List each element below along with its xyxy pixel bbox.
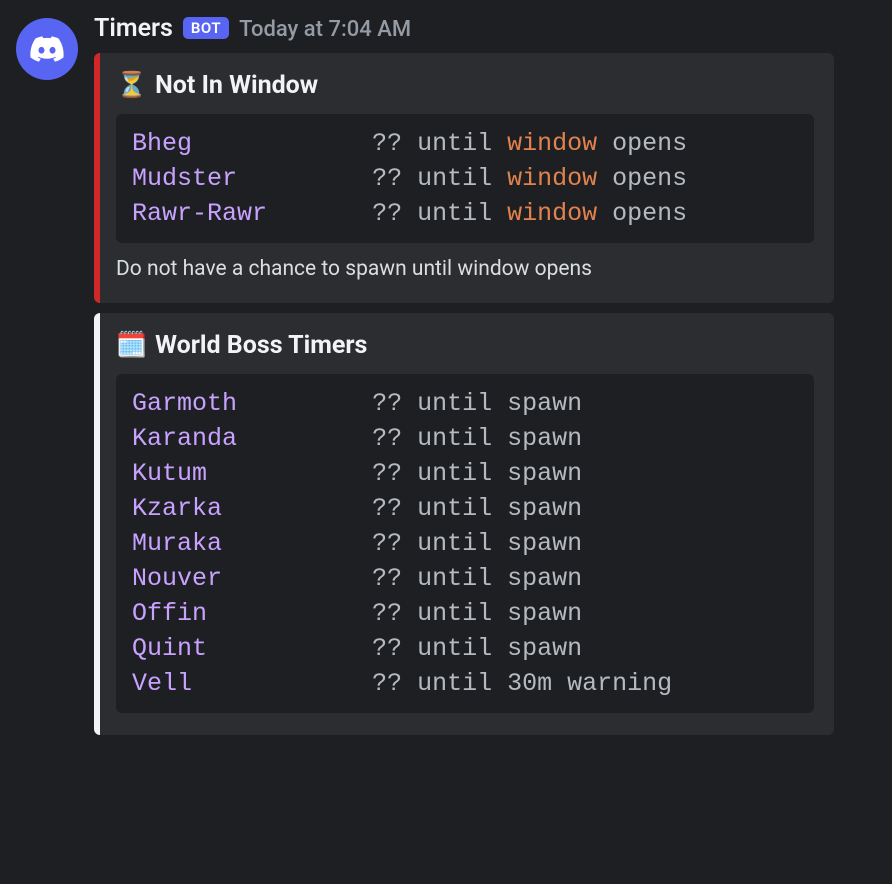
boss-name: Karanda	[132, 424, 237, 453]
calendar-icon: 🗓️	[116, 331, 147, 360]
timestamp: Today at 7:04 AM	[239, 17, 411, 42]
embed-world-boss-timers: 🗓️ World Boss Timers Garmoth ?? until sp…	[94, 313, 834, 735]
timer-row: Quint ?? until spawn	[132, 631, 798, 666]
message: Timers BOT Today at 7:04 AM ⏳ Not In Win…	[0, 0, 892, 759]
boss-name: Offin	[132, 599, 207, 628]
message-content: Timers BOT Today at 7:04 AM ⏳ Not In Win…	[94, 14, 876, 745]
timer-row: Muraka ?? until spawn	[132, 526, 798, 561]
embed-title-text: World Boss Timers	[155, 331, 367, 360]
embed-not-in-window: ⏳ Not In Window Bheg ?? until window ope…	[94, 53, 834, 303]
boss-name: Vell	[132, 669, 192, 698]
boss-name: Garmoth	[132, 389, 237, 418]
timer-row: Offin ?? until spawn	[132, 596, 798, 631]
code-block: Garmoth ?? until spawn Karanda ?? until …	[116, 374, 814, 713]
avatar[interactable]	[16, 18, 78, 80]
boss-name: Quint	[132, 634, 207, 663]
boss-name: Muraka	[132, 529, 222, 558]
bot-badge: BOT	[183, 17, 229, 39]
boss-name: Kzarka	[132, 494, 222, 523]
timer-row: Mudster ?? until window opens	[132, 161, 798, 196]
embed-title-text: Not In Window	[155, 71, 318, 100]
timer-row: Nouver ?? until spawn	[132, 561, 798, 596]
embed-body: 🗓️ World Boss Timers Garmoth ?? until sp…	[100, 313, 834, 735]
code-block: Bheg ?? until window opens Mudster ?? un…	[116, 114, 814, 243]
boss-name: Mudster	[132, 164, 237, 193]
timer-row: Vell ?? until 30m warning	[132, 666, 798, 701]
embed-footer: Do not have a chance to spawn until wind…	[116, 257, 814, 281]
hourglass-icon: ⏳	[116, 71, 147, 100]
timer-row: Garmoth ?? until spawn	[132, 386, 798, 421]
boss-name: Kutum	[132, 459, 207, 488]
timer-row: Kzarka ?? until spawn	[132, 491, 798, 526]
timer-row: Kutum ?? until spawn	[132, 456, 798, 491]
embed-body: ⏳ Not In Window Bheg ?? until window ope…	[100, 53, 834, 303]
message-header: Timers BOT Today at 7:04 AM	[94, 14, 876, 43]
username[interactable]: Timers	[94, 14, 173, 43]
embed-title: 🗓️ World Boss Timers	[116, 331, 814, 360]
boss-name: Nouver	[132, 564, 222, 593]
timer-row: Rawr-Rawr ?? until window opens	[132, 196, 798, 231]
boss-name: Bheg	[132, 129, 192, 158]
boss-name: Rawr-Rawr	[132, 199, 267, 228]
timer-row: Karanda ?? until spawn	[132, 421, 798, 456]
discord-icon	[28, 30, 66, 68]
timer-row: Bheg ?? until window opens	[132, 126, 798, 161]
embed-title: ⏳ Not In Window	[116, 71, 814, 100]
